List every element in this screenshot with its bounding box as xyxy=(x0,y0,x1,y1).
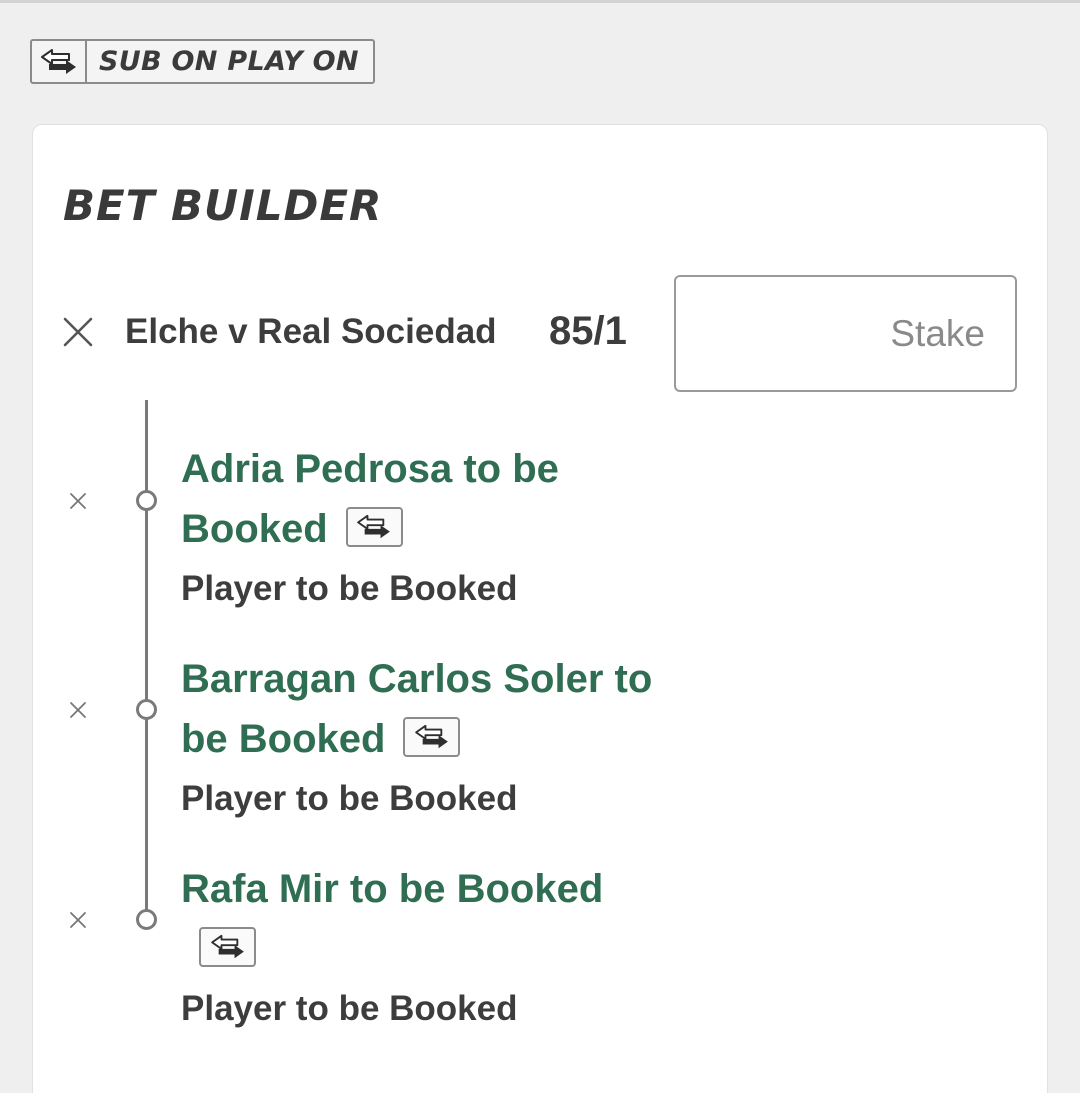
timeline-node xyxy=(136,699,157,720)
selection-name[interactable]: Rafa Mir to be Booked xyxy=(181,859,603,979)
selection-name-line2: Booked xyxy=(181,507,328,551)
sub-arrows-icon xyxy=(403,717,461,758)
close-icon xyxy=(70,493,86,509)
remove-selection-button[interactable] xyxy=(67,699,89,721)
card-title: BET BUILDER xyxy=(63,181,383,230)
selection-name-line1: Barragan Carlos Soler to xyxy=(181,657,653,701)
sub-on-play-on-label: SUB ON PLAY ON xyxy=(99,46,359,77)
remove-selection-button[interactable] xyxy=(67,909,89,931)
stake-input[interactable] xyxy=(674,275,1017,392)
top-divider xyxy=(0,0,1080,3)
sub-arrows-icon xyxy=(32,41,87,82)
selection-market: Player to be Booked xyxy=(181,779,518,818)
bet-builder-card: BET BUILDER Elche v Real Sociedad 85/1 A… xyxy=(32,124,1048,1093)
remove-bet-button[interactable] xyxy=(61,315,95,349)
sub-arrows-icon xyxy=(199,927,256,968)
selection-market: Player to be Booked xyxy=(181,989,518,1028)
selection-market: Player to be Booked xyxy=(181,569,518,608)
match-name: Elche v Real Sociedad xyxy=(125,312,497,351)
remove-selection-button[interactable] xyxy=(67,490,89,512)
selection-name-line2: be Booked xyxy=(181,717,386,761)
selection-name[interactable]: Adria Pedrosa to be Booked xyxy=(181,439,559,559)
sub-on-play-on-badge: SUB ON PLAY ON xyxy=(30,39,375,84)
bet-odds: 85/1 xyxy=(549,309,627,353)
timeline-node xyxy=(136,909,157,930)
close-icon xyxy=(63,317,93,347)
sub-arrows-icon xyxy=(345,507,403,548)
selection-name[interactable]: Barragan Carlos Soler to be Booked xyxy=(181,649,652,769)
close-icon xyxy=(70,912,86,928)
selection-name-line1: Rafa Mir to be Booked xyxy=(181,867,604,911)
close-icon xyxy=(70,702,86,718)
selection-name-line1: Adria Pedrosa to be xyxy=(181,447,559,491)
selection-timeline xyxy=(145,400,148,920)
timeline-node xyxy=(136,490,157,511)
